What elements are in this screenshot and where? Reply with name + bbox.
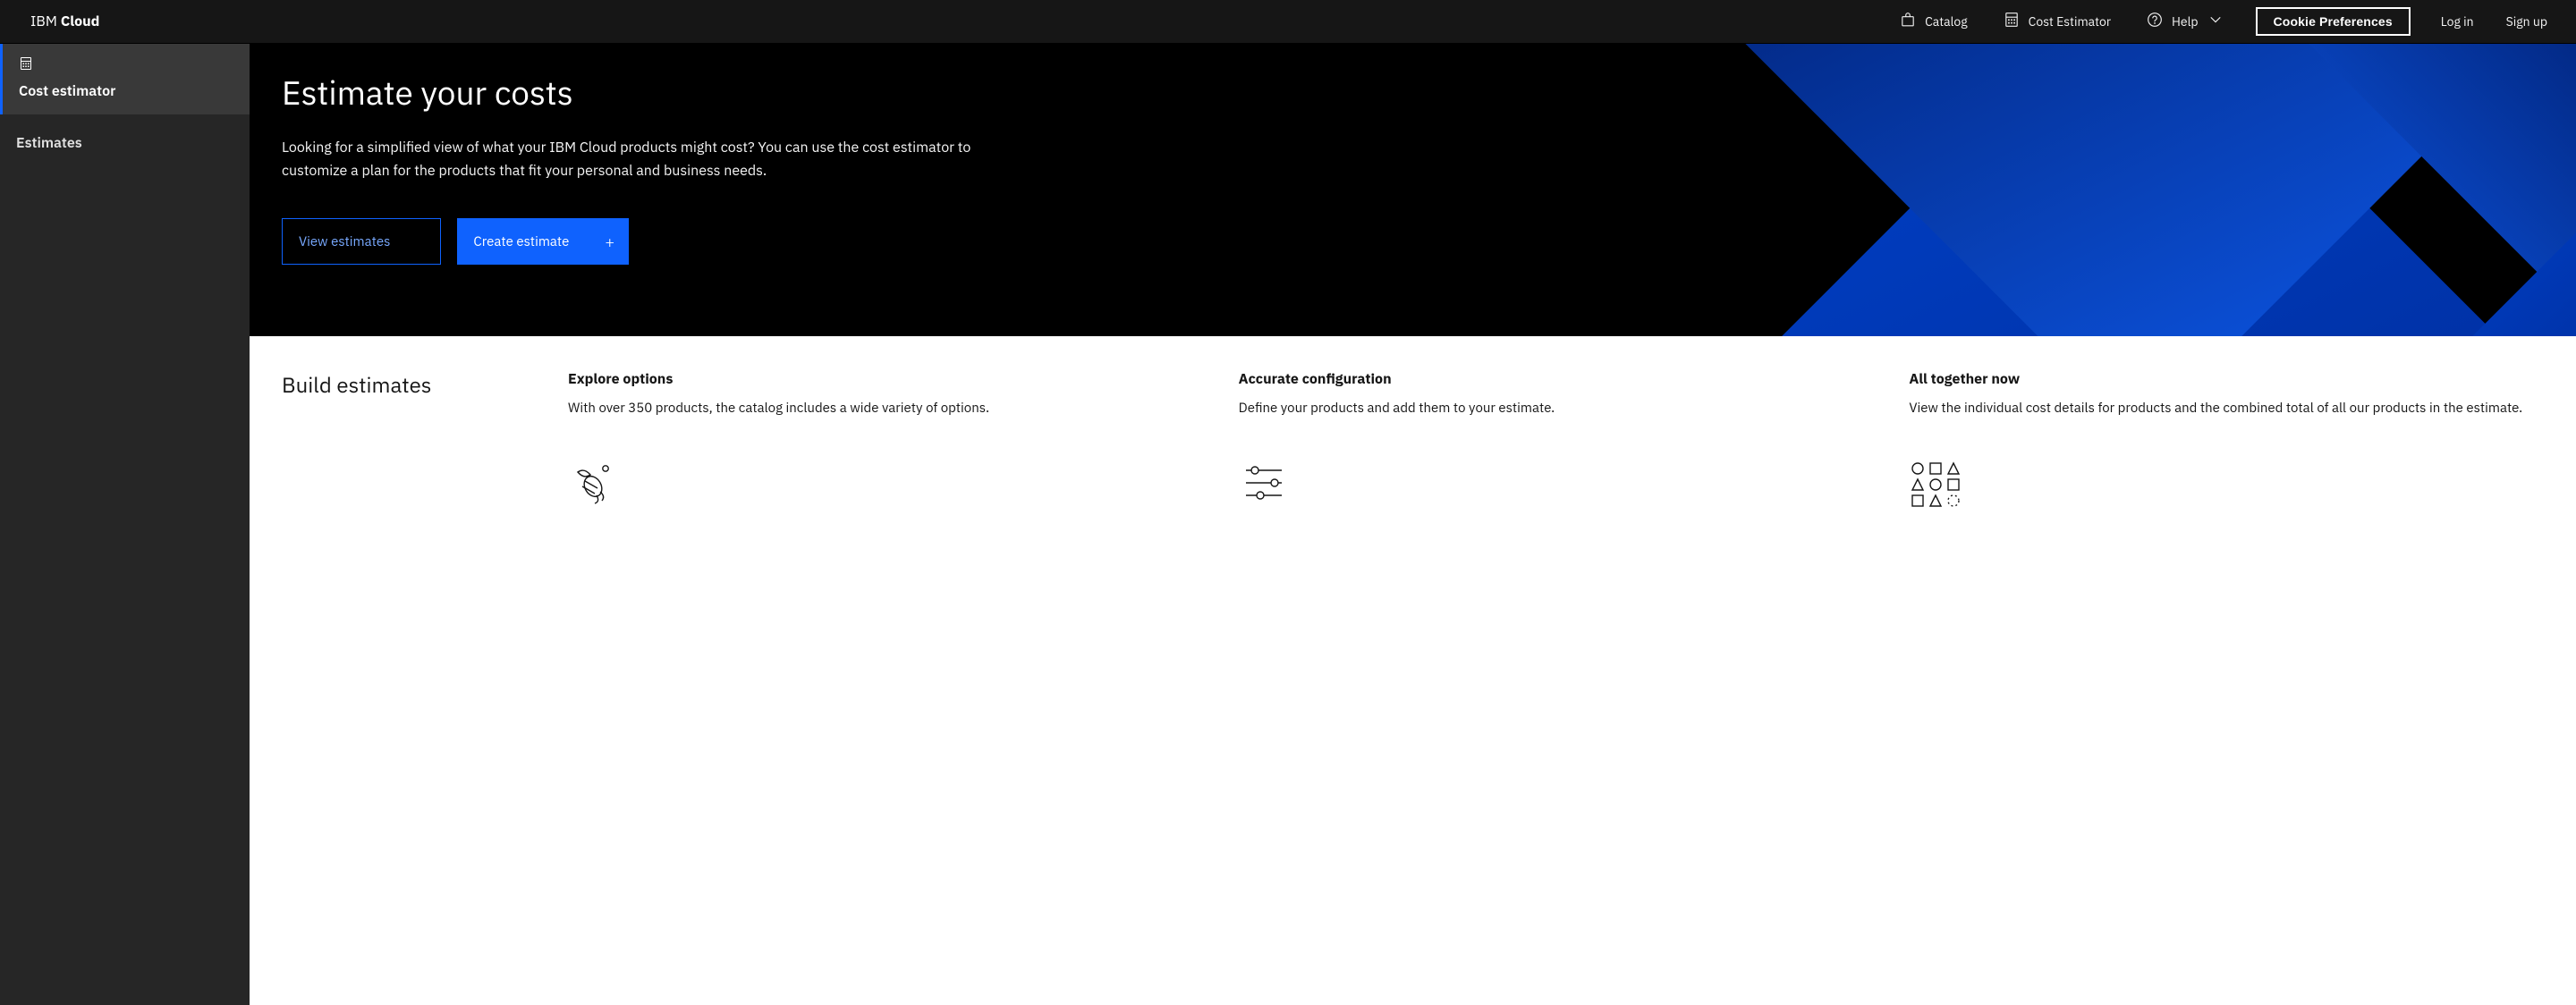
build-col-title: Explore options [568,370,1203,388]
hero-actions: View estimates Create estimate + [282,218,1004,265]
cost-estimator-label: Cost Estimator [2029,13,2111,30]
build-col-text: View the individual cost details for pro… [1909,399,2544,418]
cookie-preferences-button[interactable]: Cookie Preferences [2256,7,2411,36]
hero: Estimate your costs Looking for a simpli… [250,44,2576,336]
build-column-together: All together now View the individual cos… [1909,370,2544,985]
sidebar: Cost estimator Estimates [0,44,250,1005]
sidebar-item-cost-estimator[interactable]: Cost estimator [0,44,250,114]
bee-icon [568,460,1203,509]
view-estimates-label: View estimates [299,233,390,250]
main: Estimate your costs Looking for a simpli… [250,44,2576,1005]
logo-ibm: IBM [30,13,57,30]
signup-link[interactable]: Sign up [2490,0,2576,44]
build-col-text: With over 350 products, the catalog incl… [568,399,1203,418]
logo-cloud: Cloud [61,13,100,30]
build-heading-wrap: Build estimates [282,370,550,985]
sidebar-item-label: Cost estimator [19,82,233,100]
sidebar-item-label: Estimates [16,134,82,152]
hero-description: Looking for a simplified view of what yo… [282,137,1004,182]
sidebar-item-estimates[interactable]: Estimates [0,114,250,168]
build-column-configure: Accurate configuration Define your produ… [1239,370,1874,985]
help-icon [2147,12,2163,31]
build-column-explore: Explore options With over 350 products, … [568,370,1203,985]
login-label: Log in [2441,13,2474,30]
create-estimate-button[interactable]: Create estimate + [457,218,629,265]
plus-icon: + [605,232,614,252]
hero-title: Estimate your costs [282,72,1004,114]
catalog-link[interactable]: Catalog [1882,0,1986,44]
help-menu[interactable]: Help [2129,0,2241,44]
create-estimate-label: Create estimate [473,233,569,250]
shapes-grid-icon [1909,460,2544,514]
build-col-title: All together now [1909,370,2544,388]
build-columns: Explore options With over 350 products, … [568,370,2544,985]
logo[interactable]: IBM Cloud [30,13,99,30]
chevron-down-icon [2207,12,2224,31]
cookie-preferences-label: Cookie Preferences [2274,14,2393,29]
shell: Cost estimator Estimates [0,44,2576,1005]
shopping-bag-icon [1900,12,1916,31]
build-heading: Build estimates [282,370,550,399]
login-link[interactable]: Log in [2425,0,2490,44]
help-label: Help [2172,13,2199,30]
hero-content: Estimate your costs Looking for a simpli… [250,44,1037,293]
build-section: Build estimates Explore options With ove… [250,336,2576,1005]
build-col-title: Accurate configuration [1239,370,1874,388]
top-header: IBM Cloud Catalog Cost Estimator Help Co… [0,0,2576,44]
calculator-icon [2004,12,2020,31]
signup-label: Sign up [2506,13,2547,30]
calculator-icon [19,56,233,75]
view-estimates-button[interactable]: View estimates [282,218,441,265]
catalog-label: Catalog [1925,13,1968,30]
build-col-text: Define your products and add them to you… [1239,399,1874,418]
cost-estimator-link[interactable]: Cost Estimator [1986,0,2129,44]
sliders-icon [1239,460,1874,509]
